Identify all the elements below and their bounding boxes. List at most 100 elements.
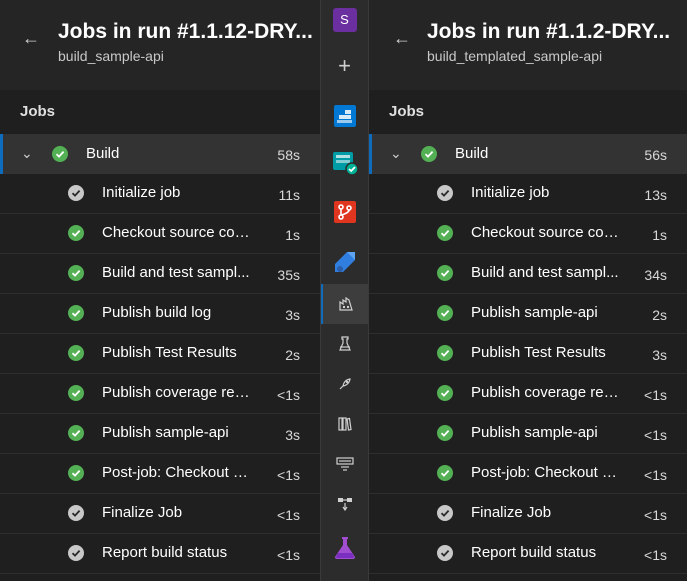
step-duration: 35s [277,267,300,283]
step-row[interactable]: Finalize Job <1s [0,494,320,534]
job-row[interactable]: ⌄ Build 56s [369,134,687,174]
section-heading: Jobs [389,103,425,120]
completed-check-icon [68,505,84,521]
completed-check-icon [437,185,453,201]
step-name: Build and test sampl... [102,264,250,281]
chevron-down-icon[interactable]: ⌄ [21,145,33,162]
step-row[interactable]: Publish sample-api 3s [0,414,320,454]
success-check-icon [52,146,68,162]
panel-header: ← Jobs in run #1.1.12-DRY... build_sampl… [0,0,320,90]
job-name: Build [86,145,120,162]
back-arrow-icon[interactable]: ← [22,28,42,48]
right-panel: ← Jobs in run #1.1.2-DRY... build_templa… [369,0,687,581]
step-name: Report build status [102,544,228,561]
step-row[interactable]: Initialize job 13s [369,174,687,214]
completed-check-icon [437,505,453,521]
step-duration: <1s [277,467,300,483]
step-row[interactable]: Publish sample-api 2s [369,294,687,334]
step-row[interactable]: Publish coverage rep... <1s [0,374,320,414]
page-title: Jobs in run #1.1.2-DRY... [427,20,671,43]
success-check-icon [68,265,84,281]
plus-icon[interactable]: + [321,46,368,86]
step-duration: <1s [644,387,667,403]
step-duration: 1s [285,227,300,243]
step-row[interactable]: Report build status <1s [369,534,687,574]
success-check-icon [421,146,437,162]
step-name: Report build status [471,544,597,561]
deployment-groups-icon[interactable] [321,484,368,524]
step-name: Publish Test Results [102,344,237,361]
project-avatar[interactable]: S [321,0,368,40]
step-duration: 3s [285,427,300,443]
step-name: Publish build log [102,304,212,321]
completed-check-icon [68,545,84,561]
step-duration: 1s [652,227,667,243]
step-row[interactable]: Publish coverage rep... <1s [369,374,687,414]
step-name: Publish coverage rep... [102,384,250,401]
step-row[interactable]: Build and test sampl... 34s [369,254,687,294]
success-check-icon [437,465,453,481]
step-name: Publish sample-api [102,424,229,441]
step-duration: 11s [278,187,300,203]
step-list: Initialize job 13s Checkout source code 1s B… [369,174,687,574]
chevron-down-icon[interactable]: ⌄ [390,145,402,162]
success-check-icon [68,345,84,361]
step-duration: 3s [285,307,300,323]
step-duration: <1s [277,387,300,403]
success-check-icon [437,265,453,281]
step-duration: <1s [277,507,300,523]
step-name: Publish coverage rep... [471,384,619,401]
step-duration: 2s [652,307,667,323]
step-name: Build and test sampl... [471,264,619,281]
step-row[interactable]: Build and test sampl... 35s [0,254,320,294]
step-row[interactable]: Publish build log 3s [0,294,320,334]
repos-icon[interactable] [321,192,368,232]
step-row[interactable]: Report build status <1s [0,534,320,574]
step-name: Finalize Job [102,504,183,521]
completed-check-icon [68,185,84,201]
releases-icon[interactable] [321,364,368,404]
step-duration: 13s [644,187,667,203]
step-duration: <1s [644,467,667,483]
step-name: Publish sample-api [471,424,598,441]
step-row[interactable]: Publish Test Results 2s [0,334,320,374]
step-row[interactable]: Publish sample-api <1s [369,414,687,454]
step-name: Initialize job [102,184,181,201]
step-row[interactable]: Post-job: Checkout s... <1s [0,454,320,494]
step-duration: <1s [277,547,300,563]
boards-icon[interactable] [321,96,368,136]
step-row[interactable]: Checkout source code 1s [0,214,320,254]
success-check-icon [437,385,453,401]
environments-icon[interactable] [321,324,368,364]
success-check-icon [68,305,84,321]
success-check-icon [68,465,84,481]
section-heading: Jobs [20,103,56,120]
step-name: Checkout source code [471,224,619,241]
step-row[interactable]: Finalize Job <1s [369,494,687,534]
step-name: Finalize Job [471,504,552,521]
success-check-icon [68,385,84,401]
job-row[interactable]: ⌄ Build 58s [0,134,320,174]
task-groups-icon[interactable] [321,444,368,484]
back-arrow-icon[interactable]: ← [393,28,413,48]
step-name: Post-job: Checkout s... [102,464,250,481]
step-duration: <1s [644,547,667,563]
step-row[interactable]: Post-job: Checkout s... <1s [369,454,687,494]
step-row[interactable]: Publish Test Results 3s [369,334,687,374]
job-duration: 56s [644,147,667,163]
test-plans-icon[interactable] [321,143,368,183]
library-icon[interactable] [321,404,368,444]
left-panel: ← Jobs in run #1.1.12-DRY... build_sampl… [0,0,320,581]
step-name: Initialize job [471,184,550,201]
completed-check-icon [437,545,453,561]
step-duration: 3s [652,347,667,363]
step-row[interactable]: Initialize job 11s [0,174,320,214]
step-duration: <1s [644,427,667,443]
step-duration: 2s [285,347,300,363]
artifacts-icon[interactable] [321,528,368,568]
step-row[interactable]: Checkout source code 1s [369,214,687,254]
pipelines-runs-icon[interactable] [321,284,368,324]
step-name: Post-job: Checkout s... [471,464,619,481]
pipelines-icon[interactable] [321,242,368,282]
success-check-icon [437,305,453,321]
